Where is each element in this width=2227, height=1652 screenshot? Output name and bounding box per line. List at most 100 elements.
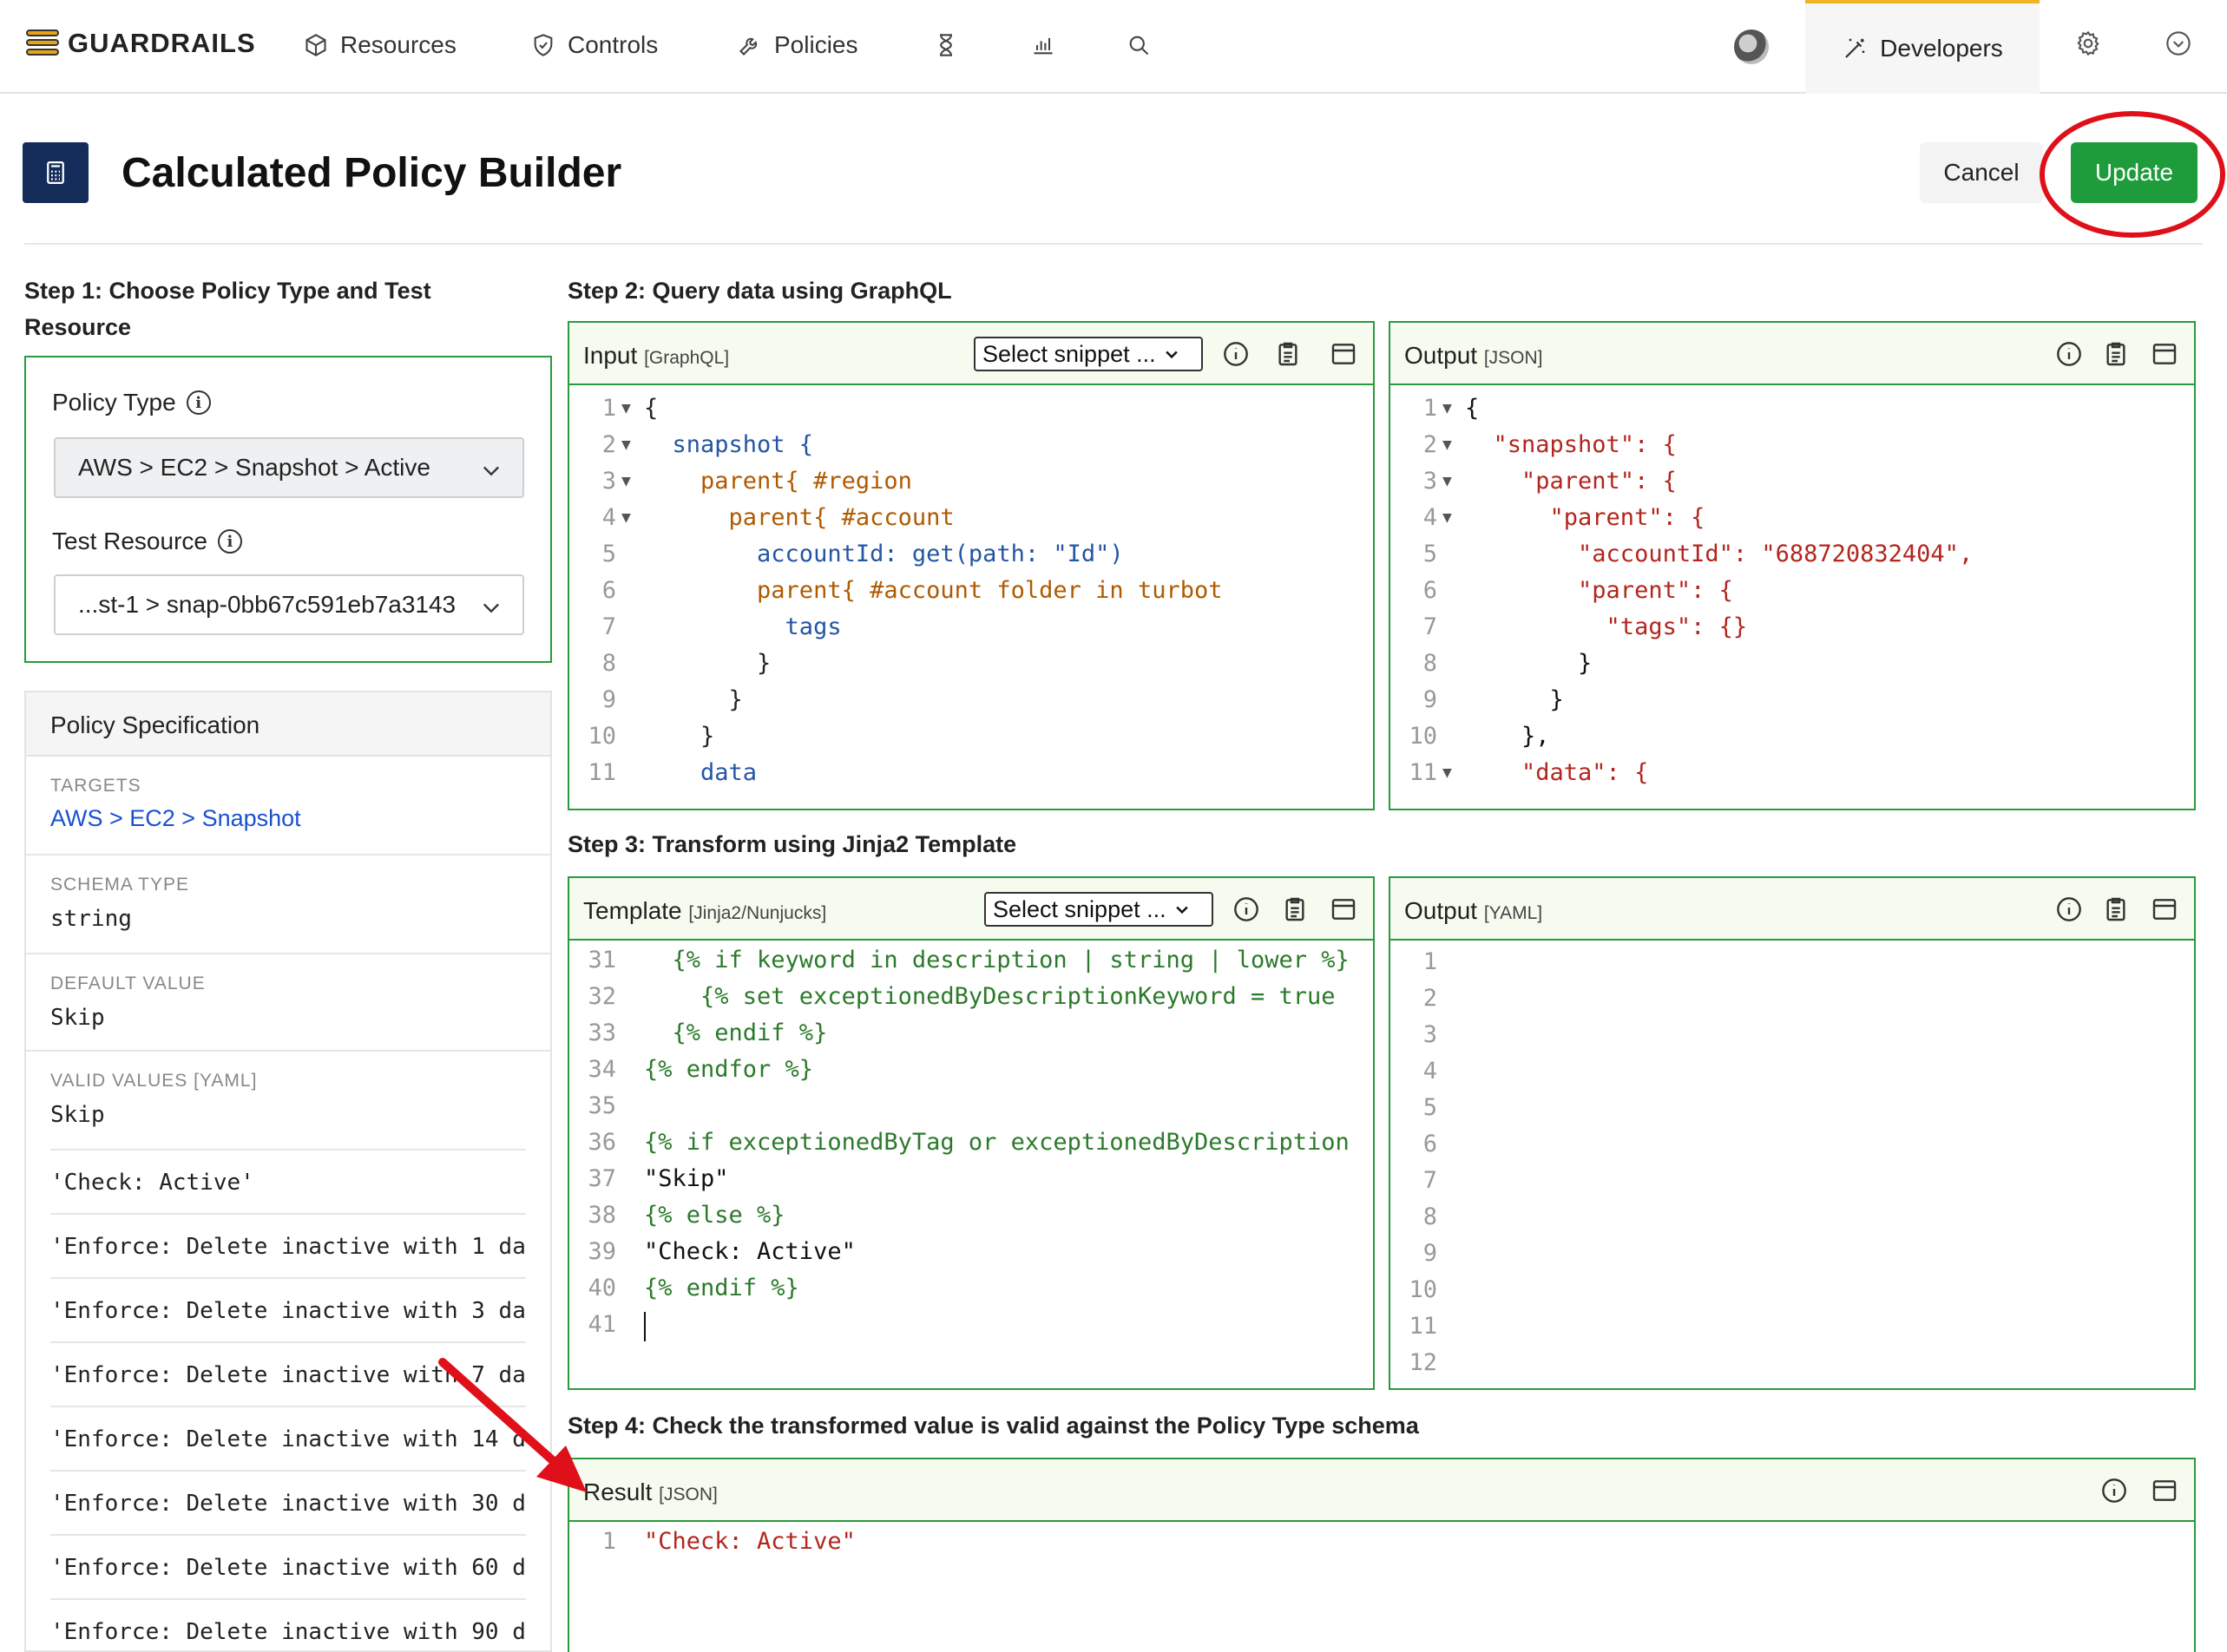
code-line-text: "data": { [1465,759,1649,786]
wrench-icon [739,37,758,56]
cancel-button[interactable]: Cancel [1920,142,2043,203]
settings-gear-icon[interactable] [2074,30,2102,57]
panel-header: Result [JSON] [569,1459,2194,1522]
code-line-text: "tags": {} [1465,613,1748,640]
user-avatar[interactable] [1734,30,1769,64]
line-number: 10 [588,723,616,750]
line-number: 38 [588,1202,616,1229]
code-line-text: snapshot { [644,431,814,458]
code-line-text: "parent": { [1465,504,1705,531]
text-cursor [644,1312,646,1341]
graphql-editor[interactable]: 1 ▼{ 2 ▼ snapshot { 3 ▼ parent{ #region 4 ▼ … [569,385,1373,809]
chevron-down-icon [483,603,499,613]
default-value: Skip [50,1005,105,1031]
nav-activity[interactable] [1031,28,1055,62]
info-icon[interactable] [2100,1477,2128,1504]
yaml-output-viewer: 1 2 3 4 5 6 7 8 9 10 11 12 [1390,941,2194,1388]
line-number: 6 [1422,1131,1437,1157]
info-icon[interactable] [1232,895,1260,923]
chevron-circle-down-icon[interactable] [2165,30,2192,57]
line-number: 5 [1422,1094,1437,1121]
panel-subtitle: [JSON] [1483,348,1543,368]
code-line-text: "accountId": "688720832404", [1465,541,1974,567]
nav-policies[interactable]: Policies [738,28,857,62]
nav-reports[interactable] [934,28,958,62]
targets-link[interactable]: AWS > EC2 > Snapshot [50,805,301,832]
panel-subtitle: [JSON] [659,1485,718,1504]
code-line-text: "Check: Active" [644,1238,856,1265]
panel-title-text: Output [1404,342,1478,369]
nav-resources-label: Resources [340,31,457,58]
line-number: 36 [588,1129,616,1156]
info-icon[interactable]: i [186,390,211,415]
divider [26,854,550,856]
brand[interactable]: GUARDRAILS [26,28,256,59]
panel-header: Output [JSON] [1390,323,2194,385]
panel-title: Template [Jinja2/Nunjucks] [583,897,826,925]
info-icon[interactable]: i [217,529,242,554]
yaml-output-panel: Output [YAML] 1 2 3 4 5 6 7 8 9 10 11 12 [1389,876,2196,1390]
policy-type-label-text: Policy Type [52,389,176,416]
line-number: 8 [1422,1203,1437,1230]
window-icon[interactable] [1330,340,1357,368]
clipboard-icon[interactable] [2102,340,2130,368]
graphql-input-panel: Input [GraphQL] Select snippet ... 1 ▼{ 2… [568,321,1375,810]
policy-type-value: AWS > EC2 > Snapshot > Active [78,454,430,481]
policy-type-label: Policy Type i [52,389,211,416]
info-icon[interactable] [2055,340,2083,368]
line-number: 7 [1422,613,1437,640]
line-number: 8 [601,650,616,677]
page-title: Calculated Policy Builder [122,150,622,196]
code-line-text: {% if exceptionedByTag or exceptionedByD… [644,1129,1350,1156]
code-line-text: "Skip" [644,1165,729,1192]
test-resource-label-text: Test Resource [52,528,207,554]
clipboard-icon[interactable] [2102,895,2130,923]
panel-title: Result [JSON] [583,1478,718,1506]
annotation-arrow-icon [438,1358,587,1492]
cube-icon [305,34,326,56]
snippet-select[interactable]: Select snippet ... [974,337,1203,371]
snippet-select[interactable]: Select snippet ... [984,892,1213,927]
test-resource-select[interactable]: ...st-1 > snap-0bb67c591eb7a3143 [54,574,524,635]
policy-type-select[interactable]: AWS > EC2 > Snapshot > Active [54,437,524,498]
schema-type-value: string [50,906,132,932]
code-line-text: {% if keyword in description | string | … [644,947,1350,974]
chevron-down-icon [1165,351,1178,359]
nav-developers[interactable]: Developers [1805,0,2040,94]
window-icon[interactable] [2151,340,2178,368]
code-line-text: { [1465,395,1480,422]
info-icon[interactable] [2055,895,2083,923]
window-icon[interactable] [2151,1477,2178,1504]
line-number: 2 [601,431,616,458]
code-line-text: {% set exceptionedByDescriptionKeyword =… [644,983,1336,1010]
nav-controls[interactable]: Controls [531,28,658,62]
chevron-down-icon [1175,906,1188,914]
line-number: 3 [601,468,616,495]
divider [26,1050,550,1052]
code-line-text: } [644,723,715,750]
panel-header: Output [YAML] [1390,878,2194,941]
line-number: 7 [1422,1167,1437,1194]
panel-title: Input [GraphQL] [583,342,729,370]
brand-name: GUARDRAILS [68,28,256,58]
clipboard-icon[interactable] [1281,895,1309,923]
line-number: 34 [588,1056,616,1083]
line-number: 31 [588,947,616,974]
jinja-template-editor[interactable]: 31 {% if keyword in description | string… [569,941,1373,1388]
window-icon[interactable] [1330,895,1357,923]
info-icon[interactable] [1222,340,1250,368]
line-number: 37 [588,1165,616,1192]
nav-resources[interactable]: Resources [304,28,457,62]
window-icon[interactable] [2151,895,2178,923]
code-line-text: } [1465,650,1593,677]
code-line-text: }, [1465,723,1550,750]
result-viewer: 1 "Check: Active" [569,1522,2194,1652]
clipboard-icon[interactable] [1274,340,1302,368]
snippet-select-label: Select snippet ... [993,895,1166,922]
nav-search[interactable] [1127,28,1151,62]
code-line-text: {% endfor %} [644,1056,814,1083]
search-icon [1129,36,1149,56]
line-number: 2 [1422,985,1437,1012]
line-number: 1 [1422,395,1437,422]
default-value-label: DEFAULT VALUE [50,974,206,993]
